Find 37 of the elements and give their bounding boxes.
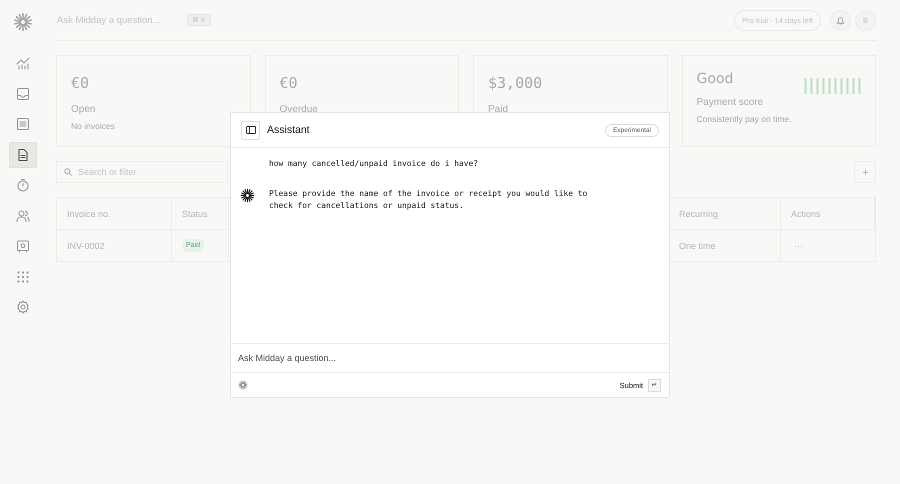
column-header[interactable]: Actions [781, 198, 875, 230]
card-note: No invoices [71, 121, 116, 131]
sidebar-panel-icon[interactable] [246, 126, 256, 134]
score-value: Good [696, 71, 734, 87]
question-input[interactable]: Ask Midday a question... [231, 343, 669, 373]
card-label: Overdue [280, 104, 319, 115]
inbox-icon[interactable] [16, 86, 30, 100]
more-button[interactable]: ··· [791, 240, 803, 250]
chart-icon[interactable] [16, 56, 30, 70]
apps-grid-icon[interactable] [16, 270, 30, 284]
sidebar-toggle-button[interactable] [241, 120, 260, 140]
safe-icon[interactable] [16, 239, 30, 253]
amount-value: $3,000 [488, 74, 544, 92]
panel-title: Assistant [267, 124, 310, 136]
card-label: Open [71, 104, 96, 115]
amount-value: €0 [280, 74, 299, 92]
score-bars-drawing [804, 78, 861, 94]
document-icon[interactable] [16, 148, 30, 162]
search-icon [64, 168, 72, 176]
sunburst-icon[interactable] [238, 380, 248, 390]
amount-value: €0 [71, 74, 90, 92]
logo-icon[interactable] [13, 12, 33, 32]
column-header[interactable]: Invoice no. [57, 198, 172, 230]
column-header[interactable]: Status [172, 198, 229, 230]
table-cell: INV-0002 [57, 230, 172, 261]
card-label: Payment score [696, 97, 764, 108]
plus-icon[interactable] [862, 168, 868, 176]
card-note: Consistently pay on time. [696, 114, 792, 124]
assistant-avatar-icon [240, 188, 255, 203]
notification-button[interactable] [830, 10, 851, 30]
table-icon[interactable] [16, 117, 30, 131]
card-label: Paid [488, 104, 510, 115]
settings-icon[interactable] [16, 300, 30, 314]
bell-icon[interactable] [836, 16, 845, 24]
sidebar-item[interactable] [9, 142, 37, 168]
stopwatch-icon[interactable] [16, 178, 30, 192]
people-icon[interactable] [16, 208, 30, 222]
